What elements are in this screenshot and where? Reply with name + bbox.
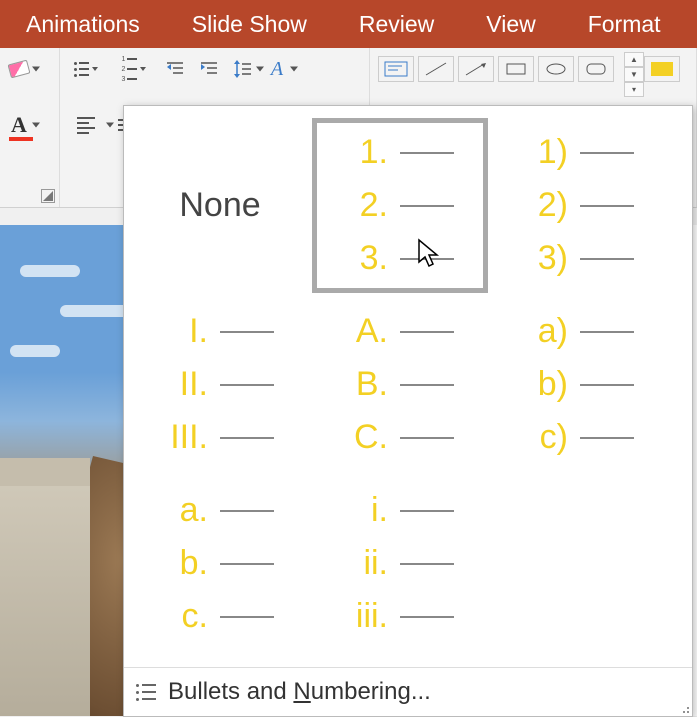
tab-view[interactable]: View <box>460 0 561 48</box>
numbering-option-upper-alpha[interactable]: A. B. C. <box>312 297 488 472</box>
font-group-launcher[interactable] <box>41 189 55 203</box>
numbering-option-decimal-period[interactable]: 1. 2. 3. <box>312 118 488 293</box>
numbering-option-decimal-paren[interactable]: 1) 2) 3) <box>492 118 668 293</box>
resize-grip[interactable] <box>678 702 690 714</box>
numbering-gallery-panel: None 1. 2. 3. 1) 2) 3) I. II. III. <box>123 105 693 717</box>
shapes-gallery <box>374 52 624 97</box>
align-left-icon <box>77 117 95 134</box>
decrease-indent-icon <box>165 60 185 78</box>
numbering-option-upper-roman[interactable]: I. II. III. <box>132 297 308 472</box>
tab-review[interactable]: Review <box>333 0 460 48</box>
ribbon-tabs: Animations Slide Show Review View Format <box>0 0 697 48</box>
bullets-and-numbering-label: Bullets and Numbering... <box>168 678 431 706</box>
font-color-button[interactable]: A <box>4 110 34 140</box>
tab-slide-show[interactable]: Slide Show <box>166 0 333 48</box>
shapes-scroll-up[interactable]: ▲ <box>624 52 644 67</box>
shape-textbox[interactable] <box>378 56 414 82</box>
shapes-scroll: ▲ ▼ ▾ <box>624 52 644 97</box>
shape-fill-swatch[interactable] <box>644 56 680 82</box>
shape-arrow[interactable] <box>458 56 494 82</box>
font-color-a-icon: A <box>11 112 27 138</box>
clear-formatting-button[interactable] <box>4 54 34 84</box>
tab-format[interactable]: Format <box>562 0 687 48</box>
bullets-and-numbering-link[interactable]: Bullets and Numbering... <box>124 667 692 716</box>
text-direction-button[interactable]: A <box>262 54 292 84</box>
align-left-button[interactable] <box>64 110 108 140</box>
numbering-option-lower-alpha-period[interactable]: a. b. c. <box>132 476 308 651</box>
shape-roundrect[interactable] <box>578 56 614 82</box>
eraser-icon <box>8 60 31 79</box>
increase-indent-button[interactable] <box>194 54 224 84</box>
shapes-scroll-down[interactable]: ▼ <box>624 67 644 82</box>
line-spacing-button[interactable] <box>228 54 258 84</box>
decrease-indent-button[interactable] <box>160 54 190 84</box>
shapes-scroll-more[interactable]: ▾ <box>624 82 644 97</box>
chevron-down-icon <box>92 67 98 71</box>
shape-oval[interactable] <box>538 56 574 82</box>
list-icon <box>136 684 156 701</box>
line-spacing-icon <box>233 59 253 79</box>
fill-swatch-icon <box>651 62 673 76</box>
shape-rect[interactable] <box>498 56 534 82</box>
numbering-icon: 1 2 3 <box>122 56 138 83</box>
chevron-down-icon <box>140 67 146 71</box>
numbering-option-lower-alpha-paren[interactable]: a) b) c) <box>492 297 668 472</box>
bullets-icon <box>74 62 89 77</box>
tab-animations[interactable]: Animations <box>0 0 166 48</box>
numbering-option-none[interactable]: None <box>132 118 308 293</box>
increase-indent-icon <box>199 60 219 78</box>
numbering-dropdown[interactable]: 1 2 3 <box>112 54 156 84</box>
text-direction-icon: A <box>271 58 283 81</box>
shape-line[interactable] <box>418 56 454 82</box>
none-label: None <box>179 186 260 225</box>
numbering-option-lower-roman[interactable]: i. ii. iii. <box>312 476 488 651</box>
bullets-dropdown[interactable] <box>64 54 108 84</box>
